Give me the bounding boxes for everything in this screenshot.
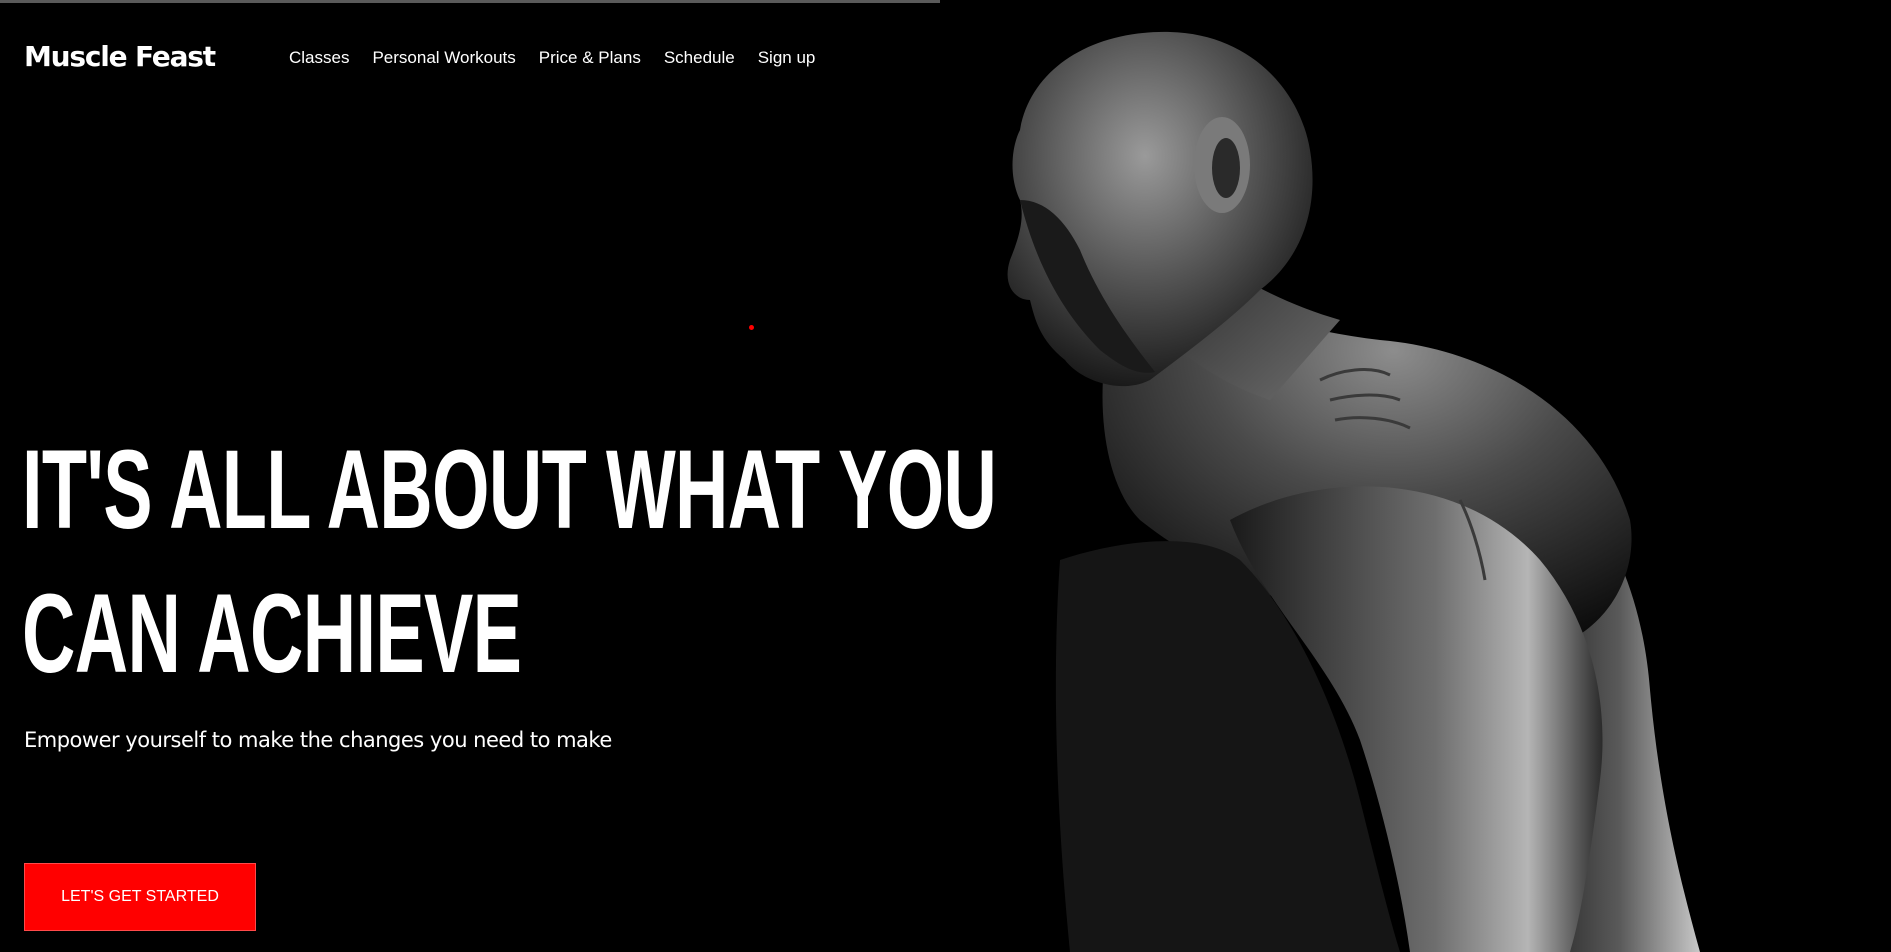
hero-photo (940, 0, 1891, 952)
brand-logo[interactable]: Muscle Feast (24, 40, 216, 73)
nav-links: Classes Personal Workouts Price & Plans … (289, 48, 838, 68)
hero-subtitle: Empower yourself to make the changes you… (24, 728, 612, 752)
nav-item-personal-workouts[interactable]: Personal Workouts (372, 48, 515, 68)
nav-item-price-plans[interactable]: Price & Plans (539, 48, 641, 68)
hero-title-line-1: IT'S ALL ABOUT WHAT YOU (22, 427, 997, 552)
get-started-button[interactable]: LET'S GET STARTED (24, 863, 256, 931)
nav-item-schedule[interactable]: Schedule (664, 48, 735, 68)
nav-item-classes[interactable]: Classes (289, 48, 349, 68)
hero-title-line-2: CAN ACHIEVE (22, 571, 522, 696)
nav-item-sign-up[interactable]: Sign up (758, 48, 816, 68)
red-dot-marker (749, 325, 754, 330)
navbar: Muscle Feast Classes Personal Workouts P… (0, 36, 1000, 76)
hero-title: IT'S ALL ABOUT WHAT YOU CAN ACHIEVE (22, 418, 997, 706)
